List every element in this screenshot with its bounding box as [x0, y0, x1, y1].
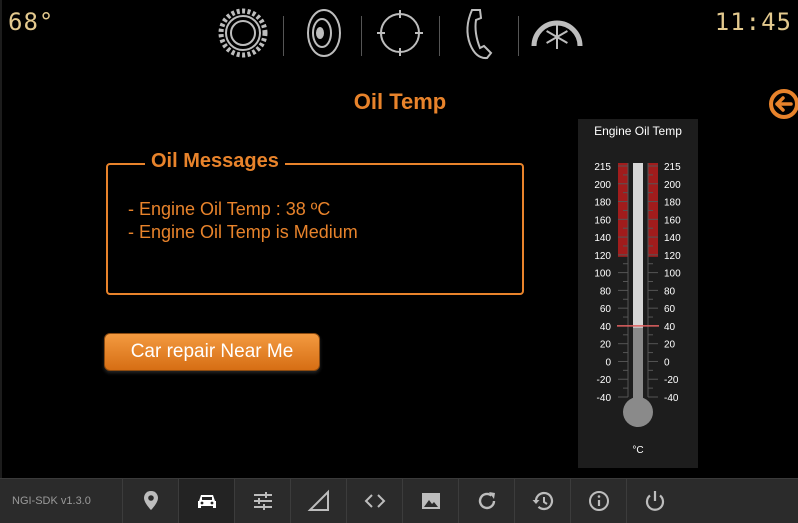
gauge-label-right: 140: [664, 233, 681, 244]
gauge-label-left: 80: [600, 286, 612, 297]
gauge-label-right: 100: [664, 269, 681, 280]
gauge-label-left: 180: [594, 198, 611, 209]
gauge-label-right: 200: [664, 180, 681, 191]
speaker-icon[interactable]: [292, 4, 352, 62]
image-icon[interactable]: [402, 479, 459, 523]
gauge-label-left: 20: [600, 340, 612, 351]
gauge-unit: °C: [632, 445, 643, 456]
oil-messages-legend: Oil Messages: [145, 150, 285, 173]
gauge-label-right: 180: [664, 198, 681, 209]
power-icon[interactable]: [626, 479, 683, 523]
page-title: Oil Temp: [353, 89, 447, 114]
refresh-icon[interactable]: [458, 479, 515, 523]
gauge-label-left: 60: [600, 304, 612, 315]
bottom-nav-bar: NGI-SDK v1.3.0: [0, 478, 798, 523]
gauge-label-right: -40: [664, 393, 679, 404]
message-line: - Engine Oil Temp is Medium: [128, 222, 358, 242]
signal-icon[interactable]: [290, 479, 347, 523]
gauge-label-left: -40: [597, 393, 612, 404]
gauge-label-left: 40: [600, 322, 612, 333]
sdk-version: NGI-SDK v1.3.0: [12, 495, 91, 507]
top-icon-bar: [212, 4, 592, 62]
car-repair-near-me-button[interactable]: Car repair Near Me: [104, 333, 320, 371]
gauge-label-right: 80: [664, 286, 676, 297]
code-icon[interactable]: [346, 479, 403, 523]
oil-temp-gauge: Engine Oil Temp 215 215 200 200 180 180 160 160 1…: [578, 119, 698, 468]
gear-icon[interactable]: [212, 4, 272, 62]
phone-icon[interactable]: [450, 4, 510, 62]
gauge-label-left: -20: [597, 375, 612, 386]
gauge-label-right: 40: [664, 322, 676, 333]
info-icon[interactable]: [570, 479, 627, 523]
gauge-label-right: 160: [664, 215, 681, 226]
gauge-label-left: 200: [594, 180, 611, 191]
oil-messages-list: - Engine Oil Temp : 38 ºC - Engine Oil T…: [128, 198, 358, 244]
thermometer-bulb: [623, 397, 653, 427]
gauge-label-left: 100: [594, 269, 611, 280]
gauge-label-right: -20: [664, 375, 679, 386]
gauge-label-left: 215: [594, 162, 611, 173]
back-arrow-icon[interactable]: [766, 86, 798, 122]
climate-fan-icon[interactable]: [526, 4, 586, 62]
outside-temperature: 68°: [8, 8, 55, 36]
message-line: - Engine Oil Temp : 38 ºC: [128, 199, 331, 219]
gauge-label-right: 120: [664, 251, 681, 262]
gauge-label-left: 160: [594, 215, 611, 226]
sliders-icon[interactable]: [234, 479, 291, 523]
gauge-label-left: 0: [605, 357, 611, 368]
history-icon[interactable]: [514, 479, 571, 523]
crosshair-icon[interactable]: [370, 4, 430, 62]
gauge-title: Engine Oil Temp: [594, 124, 682, 138]
car-icon[interactable]: [178, 479, 235, 523]
clock: 11:45: [714, 8, 792, 36]
gauge-label-right: 20: [664, 340, 676, 351]
left-edge: [0, 0, 2, 478]
gauge-label-left: 140: [594, 233, 611, 244]
gauge-label-right: 60: [664, 304, 676, 315]
gauge-label-right: 215: [664, 162, 681, 173]
gauge-label-left: 120: [594, 251, 611, 262]
gauge-label-right: 0: [664, 357, 670, 368]
location-pin-icon[interactable]: [122, 479, 179, 523]
